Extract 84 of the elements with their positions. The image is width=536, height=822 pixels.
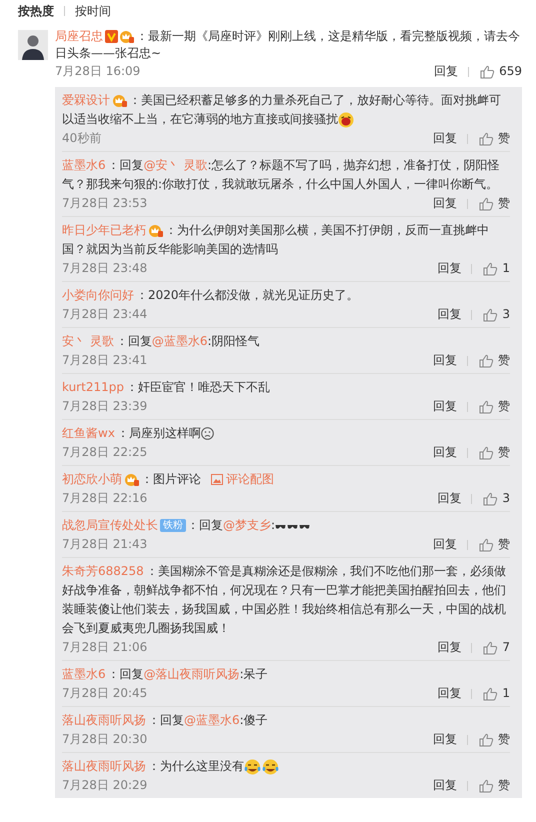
reply-link[interactable]: 回复	[433, 129, 457, 148]
thumbs-up-icon[interactable]	[478, 196, 494, 212]
comment-time: 40秒前	[62, 130, 102, 147]
like-button[interactable]: 3	[482, 489, 510, 508]
reply-link[interactable]: 回复	[433, 776, 457, 795]
comment-text: 爱槑设计 ：美国已经积蓄足够多的力量杀死自己了，放好耐心等待。面对挑衅可以适当收缩不上当，在它薄弱的地方直接或间接骚扰	[62, 92, 502, 129]
comment-time: 7月28日 20:30	[62, 731, 148, 748]
comment-time: 7月28日 16:09	[55, 63, 140, 80]
like-button[interactable]: 3	[482, 305, 510, 324]
comment-text: 蓝墨水6 ：回复@落山夜雨听风扬:呆子	[62, 666, 269, 683]
like-button[interactable]: 赞	[478, 730, 510, 749]
sad-face-icon	[200, 427, 214, 440]
comment-time: 7月28日 20:45	[62, 685, 148, 702]
crown-badge-icon	[148, 224, 164, 238]
crown-badge-icon	[112, 94, 128, 108]
reply-link[interactable]: 回复	[433, 443, 457, 462]
laughing-face-icon	[338, 112, 354, 128]
comment-text: 安丶 灵歌 ：回复@蓝墨水6:阴阳怪气	[62, 333, 261, 350]
thumbs-up-icon[interactable]	[482, 260, 498, 276]
comment-time: 7月28日 21:43	[62, 536, 148, 553]
crying-laughing-face-icon	[244, 758, 261, 775]
reply-link[interactable]: 回复	[437, 684, 462, 703]
thumbs-up-icon[interactable]	[478, 352, 494, 368]
like-button[interactable]: 7	[482, 638, 510, 657]
reply-link[interactable]: 回复	[433, 194, 457, 213]
crying-laughing-face-icon	[262, 758, 279, 775]
reply-link[interactable]: 回复	[433, 397, 457, 416]
thumbs-up-icon[interactable]	[478, 130, 494, 146]
like-button[interactable]: 赞	[478, 397, 510, 416]
thumbs-up-icon[interactable]	[482, 640, 498, 656]
fan-badge: 铁粉	[160, 519, 186, 532]
reply-link[interactable]: 回复	[434, 62, 458, 81]
thumbs-up-icon[interactable]	[482, 686, 498, 702]
reply-link[interactable]: 回复	[433, 351, 457, 370]
thumbs-up-icon[interactable]	[482, 490, 498, 506]
image-icon	[211, 474, 223, 485]
reply-link[interactable]: 回复	[433, 730, 457, 749]
like-button[interactable]: 赞	[478, 129, 510, 148]
crown-badge-icon	[124, 473, 140, 486]
comment-text: 小娄向你问好 ：2020年什么都没做，就光见证历史了。	[62, 287, 360, 304]
comment-text: 朱奇芳688258 ：美国糊涂不管是真糊涂还是假糊涂，我们不吃他们那一套，必须做好战争准备，朝鲜战争都不怕，何况现在？只有一巴掌才能把美国拍醒拍回去，他们装睡装傻让他们装去，扬我国威，中国必胜！我始终相信总有那么一天，中国的战机会飞到夏威夷兜几圈扬我国威！	[62, 563, 507, 637]
comment-text: 落山夜雨听风扬 ：回复@蓝墨水6:傻子	[62, 712, 269, 729]
reply-link[interactable]: 回复	[433, 535, 457, 554]
comment-time: 7月28日 23:48	[62, 260, 148, 277]
comment-text: 落山夜雨听风扬 ：为什么这里没有	[62, 757, 510, 776]
comment-text: 局座召忠 ：最新一期《局座时评》刚刚上线，这是精华版，看完整版视频，请去今日头条——张召忠~	[55, 28, 521, 62]
comment-time: 7月28日 23:39	[62, 398, 148, 415]
crown-badge-icon	[119, 30, 135, 44]
like-button[interactable]: 1	[482, 259, 510, 278]
thumbs-up-icon[interactable]	[478, 444, 494, 460]
comment-time: 7月28日 20:29	[62, 777, 148, 794]
like-button[interactable]: 659	[479, 62, 522, 81]
comment-time: 7月28日 22:25	[62, 444, 148, 461]
sort-tab[interactable]: 按热度	[18, 2, 54, 20]
like-button[interactable]: 赞	[478, 535, 510, 554]
comment-text: 红鱼酱wx ：局座别这样啊	[62, 424, 510, 443]
like-button[interactable]: 1	[482, 684, 510, 703]
comment-text: 昨日少年已老朽 ：为什么伊朗对美国那么横，美国不打伊朗，反而一直挑衅中国？就因为当前反华能影响美国的选情吗	[62, 222, 490, 258]
like-button[interactable]: 赞	[478, 443, 510, 462]
user-avatar[interactable]	[18, 30, 48, 60]
comment-text: 战忽局宣传处处长 铁粉 ：回复@梦支乡:	[62, 516, 510, 535]
comment-text: 蓝墨水6 ：回复@安丶 灵歌:怎么了？标题不写了吗，抛弃幻想，准备打仗，阴阳怪气？那我来句狠的:你敢打仗，我就敢玩屠杀，什么中国人外国人，一律叫你断气。	[62, 157, 501, 193]
thumbs-up-icon[interactable]	[478, 398, 494, 414]
like-button[interactable]: 赞	[478, 776, 510, 795]
thumbs-up-icon[interactable]	[478, 732, 494, 748]
comment-time: 7月28日 23:41	[62, 352, 148, 369]
comment-time: 7月28日 22:16	[62, 490, 148, 507]
comment-time: 7月28日 23:53	[62, 195, 148, 212]
sort-tab[interactable]: 按时间	[75, 2, 111, 20]
verified-icon	[105, 30, 118, 44]
like-button[interactable]: 赞	[478, 194, 510, 213]
comment-text: 初恋欣小萌 ：图片评论 评论配图	[62, 470, 510, 489]
comment-time: 7月28日 21:06	[62, 639, 148, 656]
comment-time: 7月28日 23:44	[62, 306, 148, 323]
comment-text: kurt211pp ：奸臣宦官！唯恐天下不乱	[62, 379, 271, 396]
thumbs-up-icon[interactable]	[482, 306, 498, 322]
reply-link[interactable]: 回复	[437, 259, 462, 278]
reply-link[interactable]: 回复	[437, 489, 462, 508]
reply-link[interactable]: 回复	[437, 305, 462, 324]
thumbs-up-icon[interactable]	[479, 64, 496, 80]
reply-link[interactable]: 回复	[437, 638, 462, 657]
thumbs-up-icon[interactable]	[478, 778, 494, 794]
thumbs-up-icon[interactable]	[478, 536, 494, 552]
like-button[interactable]: 赞	[478, 351, 510, 370]
